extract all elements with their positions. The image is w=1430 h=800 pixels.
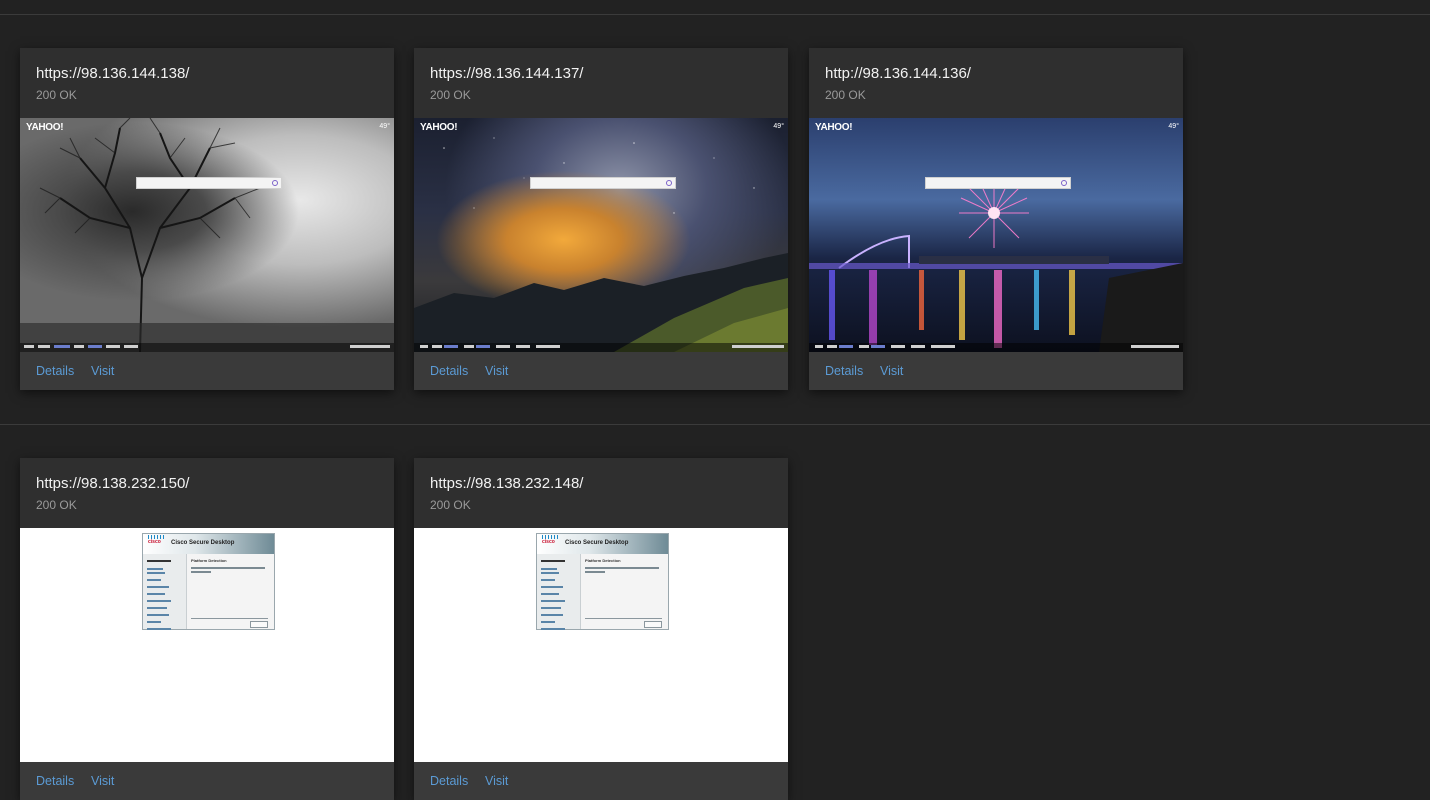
cisco-divider xyxy=(585,618,662,619)
card-url: https://98.136.144.138/ xyxy=(36,65,190,82)
cisco-text xyxy=(191,567,265,569)
weather-icon: 49° xyxy=(379,123,390,130)
screenshot-search-box xyxy=(136,177,282,189)
cisco-logo: cisco xyxy=(542,539,555,545)
group-divider xyxy=(0,424,1430,425)
card-status: 200 OK xyxy=(36,498,77,512)
card-header: https://98.136.144.138/ 200 OK xyxy=(20,48,394,118)
tree-silhouette xyxy=(20,118,394,352)
cisco-title: Cisco Secure Desktop xyxy=(171,540,235,546)
cisco-header: cisco Cisco Secure Desktop xyxy=(143,534,274,554)
yahoo-logo: YAHOO! xyxy=(420,122,458,133)
card-status: 200 OK xyxy=(430,88,471,102)
cisco-text xyxy=(191,571,211,573)
card-header: https://98.136.144.137/ 200 OK xyxy=(414,48,788,118)
group-divider xyxy=(0,14,1430,15)
cisco-button xyxy=(644,621,662,628)
card-header: https://98.138.232.150/ 200 OK xyxy=(20,458,394,528)
screenshot-card: https://98.138.232.148/ 200 OK cisco Cis… xyxy=(414,458,788,800)
card-actions: Details Visit xyxy=(414,352,788,390)
card-url: https://98.136.144.137/ xyxy=(430,65,584,82)
cisco-header: cisco Cisco Secure Desktop xyxy=(537,534,668,554)
cisco-text xyxy=(585,571,605,573)
details-link[interactable]: Details xyxy=(36,364,74,378)
card-url: https://98.138.232.150/ xyxy=(36,475,190,492)
card-status: 200 OK xyxy=(430,498,471,512)
card-actions: Details Visit xyxy=(809,352,1183,390)
cisco-divider xyxy=(191,618,268,619)
weather-icon: 49° xyxy=(773,123,784,130)
visit-link[interactable]: Visit xyxy=(91,364,114,378)
card-status: 200 OK xyxy=(825,88,866,102)
cisco-heading: Platform Detection xyxy=(585,558,621,563)
visit-link[interactable]: Visit xyxy=(880,364,903,378)
screenshot-card: https://98.136.144.137/ 200 OK YAHOO! 49… xyxy=(414,48,788,390)
screenshot-footer xyxy=(809,343,1183,352)
cisco-text xyxy=(585,567,659,569)
visit-link[interactable]: Visit xyxy=(485,364,508,378)
screenshot-card: https://98.136.144.138/ 200 OK YAHOO! 49… xyxy=(20,48,394,390)
card-header: https://98.138.232.148/ 200 OK xyxy=(414,458,788,528)
card-header: http://98.136.144.136/ 200 OK xyxy=(809,48,1183,118)
page-screenshot[interactable]: cisco Cisco Secure Desktop Platform Dete… xyxy=(20,528,394,762)
cisco-logo: cisco xyxy=(148,539,161,545)
weather-icon: 49° xyxy=(1168,123,1179,130)
page-screenshot[interactable]: cisco Cisco Secure Desktop Platform Dete… xyxy=(414,528,788,762)
cisco-window: cisco Cisco Secure Desktop Platform Dete… xyxy=(536,533,669,630)
cisco-button xyxy=(250,621,268,628)
fireworks-harbor xyxy=(809,178,1183,352)
page-screenshot[interactable]: YAHOO! 49° xyxy=(414,118,788,352)
screenshot-footer xyxy=(20,343,394,352)
card-actions: Details Visit xyxy=(414,762,788,800)
screenshot-search-box xyxy=(530,177,676,189)
details-link[interactable]: Details xyxy=(430,364,468,378)
card-status: 200 OK xyxy=(36,88,77,102)
page-screenshot[interactable]: YAHOO! 49° xyxy=(809,118,1183,352)
yahoo-logo: YAHOO! xyxy=(26,122,64,133)
details-link[interactable]: Details xyxy=(825,364,863,378)
yahoo-logo: YAHOO! xyxy=(815,122,853,133)
card-actions: Details Visit xyxy=(20,352,394,390)
screenshot-card: https://98.138.232.150/ 200 OK cisco Cis… xyxy=(20,458,394,800)
mountain-landscape xyxy=(414,137,788,352)
cisco-title: Cisco Secure Desktop xyxy=(565,540,629,546)
screenshot-card: http://98.136.144.136/ 200 OK YAHOO! 49°… xyxy=(809,48,1183,390)
card-url: https://98.138.232.148/ xyxy=(430,475,584,492)
screenshot-search-box xyxy=(925,177,1071,189)
cisco-sidebar xyxy=(537,554,581,630)
cisco-window: cisco Cisco Secure Desktop Platform Dete… xyxy=(142,533,275,630)
cisco-sidebar xyxy=(143,554,187,630)
page-screenshot[interactable]: YAHOO! 49° xyxy=(20,118,394,352)
screenshot-footer xyxy=(414,343,788,352)
card-url: http://98.136.144.136/ xyxy=(825,65,971,82)
cisco-heading: Platform Detection xyxy=(191,558,227,563)
card-actions: Details Visit xyxy=(20,762,394,800)
